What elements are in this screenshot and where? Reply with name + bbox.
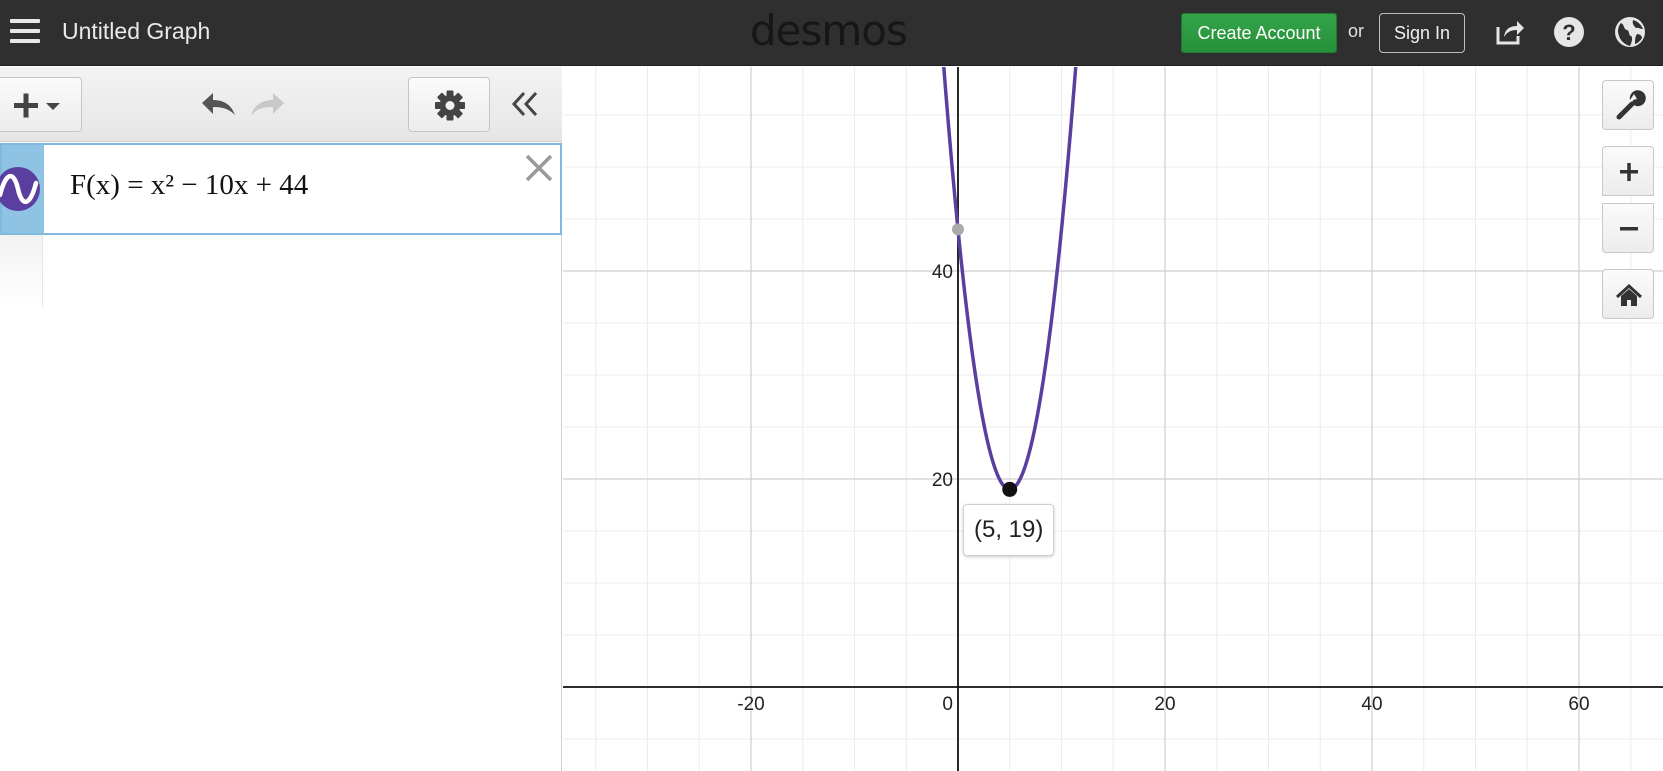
- zoom-out-button[interactable]: [1602, 203, 1654, 253]
- or-text: or: [1348, 21, 1365, 41]
- y-tick-label: 20: [932, 470, 953, 491]
- function-wave-icon[interactable]: [0, 167, 40, 211]
- expression-input[interactable]: F(x) = x² − 10x + 44: [70, 169, 308, 202]
- expression-tab[interactable]: [0, 145, 44, 233]
- wrench-icon: [1616, 90, 1646, 120]
- graph-settings-button[interactable]: [408, 77, 490, 132]
- settings-gear-icon: [435, 90, 465, 121]
- new-expression-row[interactable]: [0, 235, 43, 307]
- undo-button[interactable]: [200, 89, 238, 119]
- desmos-logo: desmos: [750, 6, 908, 55]
- expression-item[interactable]: F(x) = x² − 10x + 44: [0, 143, 562, 235]
- expression-panel: F(x) = x² − 10x + 44: [0, 67, 562, 771]
- graph-title[interactable]: Untitled Graph: [62, 18, 210, 45]
- collapse-panel-button[interactable]: [508, 87, 542, 121]
- add-icon: [14, 93, 60, 118]
- vertex-point-label: (5, 19): [963, 504, 1055, 556]
- x-tick-label: 60: [1568, 694, 1589, 715]
- graph-paper[interactable]: -20 0 20 40 60 20 40: [563, 67, 1663, 771]
- add-expression-button[interactable]: [0, 77, 82, 132]
- x-tick-label: 0: [942, 694, 953, 715]
- zoom-in-icon: [1620, 163, 1638, 181]
- language-globe-icon[interactable]: [1613, 15, 1647, 49]
- menu-icon[interactable]: [10, 18, 40, 44]
- svg-text:?: ?: [1562, 20, 1575, 45]
- create-account-button[interactable]: Create Account: [1181, 13, 1337, 53]
- collapse-icon: [511, 91, 538, 117]
- zoom-in-button[interactable]: [1602, 146, 1654, 196]
- zoom-out-icon: [1620, 227, 1638, 231]
- sign-in-button[interactable]: Sign In: [1379, 13, 1465, 53]
- graph-settings-wrench-button[interactable]: [1602, 80, 1654, 130]
- graph-svg: -20 0 20 40 60 20 40: [563, 67, 1663, 771]
- y-tick-label: 40: [932, 262, 953, 283]
- redo-icon: [251, 93, 284, 115]
- y-intercept-point[interactable]: [952, 223, 964, 236]
- x-tick-label: -20: [737, 694, 764, 715]
- help-icon[interactable]: ?: [1552, 15, 1586, 49]
- expression-toolbar: [0, 67, 562, 142]
- delete-expression-icon[interactable]: [524, 153, 554, 183]
- home-icon: [1615, 283, 1643, 306]
- undo-icon: [202, 93, 235, 115]
- top-bar: Untitled Graph desmos Create Account or …: [0, 0, 1663, 66]
- redo-button[interactable]: [248, 89, 286, 119]
- share-icon[interactable]: [1492, 15, 1526, 49]
- vertex-point[interactable]: [1002, 481, 1018, 497]
- x-tick-label: 20: [1154, 694, 1175, 715]
- x-tick-label: 40: [1361, 694, 1382, 715]
- default-viewport-button[interactable]: [1602, 269, 1654, 319]
